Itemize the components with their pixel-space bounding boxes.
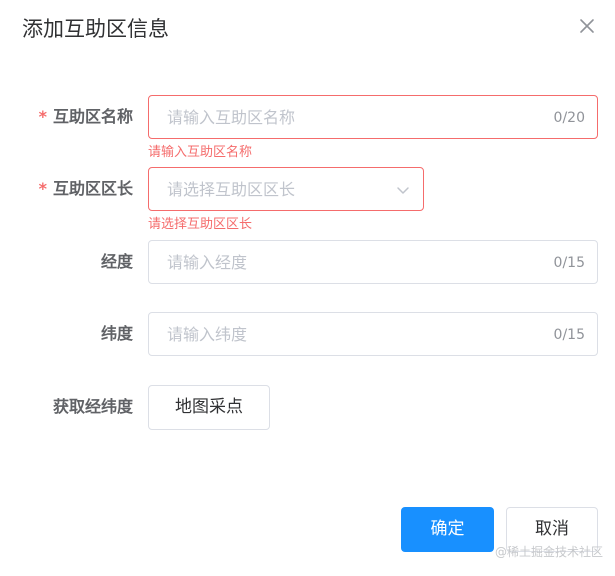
map-pick-button[interactable]: 地图采点 (148, 385, 270, 430)
longitude-label: 经度 (100, 252, 133, 271)
area-name-error: 请输入互助区名称 (148, 145, 253, 160)
area-name-counter: 0/20 (553, 110, 585, 126)
required-mark: * (38, 179, 47, 198)
watermark: @稀土掘金技术社区 (494, 545, 603, 559)
area-name-field: 0/20 (148, 95, 598, 139)
chevron-down-icon[interactable] (395, 182, 411, 198)
area-leader-select[interactable] (148, 167, 424, 211)
longitude-counter: 0/15 (553, 255, 585, 271)
latitude-input[interactable] (149, 313, 597, 355)
required-mark: * (38, 107, 47, 126)
latitude-label: 纬度 (100, 324, 133, 343)
area-name-input[interactable] (149, 96, 597, 138)
area-name-label: * 互助区名称 (0, 95, 133, 139)
area-leader-error: 请选择互助区区长 (148, 217, 253, 232)
area-name-label-text: 互助区名称 (52, 107, 133, 126)
dialog-title: 添加互助区信息 (22, 17, 169, 41)
add-area-dialog: 添加互助区信息 * 互助区名称 0/20 请输入互助区名称 * 互助区区长 请选择互… (0, 0, 615, 576)
close-icon[interactable] (576, 15, 598, 37)
latitude-field: 0/15 (148, 312, 598, 356)
get-coords-label: 获取经纬度 (52, 397, 133, 416)
area-leader-input[interactable] (149, 168, 423, 210)
longitude-field: 0/15 (148, 240, 598, 284)
longitude-input[interactable] (149, 241, 597, 283)
latitude-counter: 0/15 (553, 327, 585, 343)
area-leader-label-text: 互助区区长 (52, 179, 133, 198)
confirm-button[interactable]: 确定 (401, 507, 494, 552)
area-leader-label: * 互助区区长 (0, 167, 133, 211)
